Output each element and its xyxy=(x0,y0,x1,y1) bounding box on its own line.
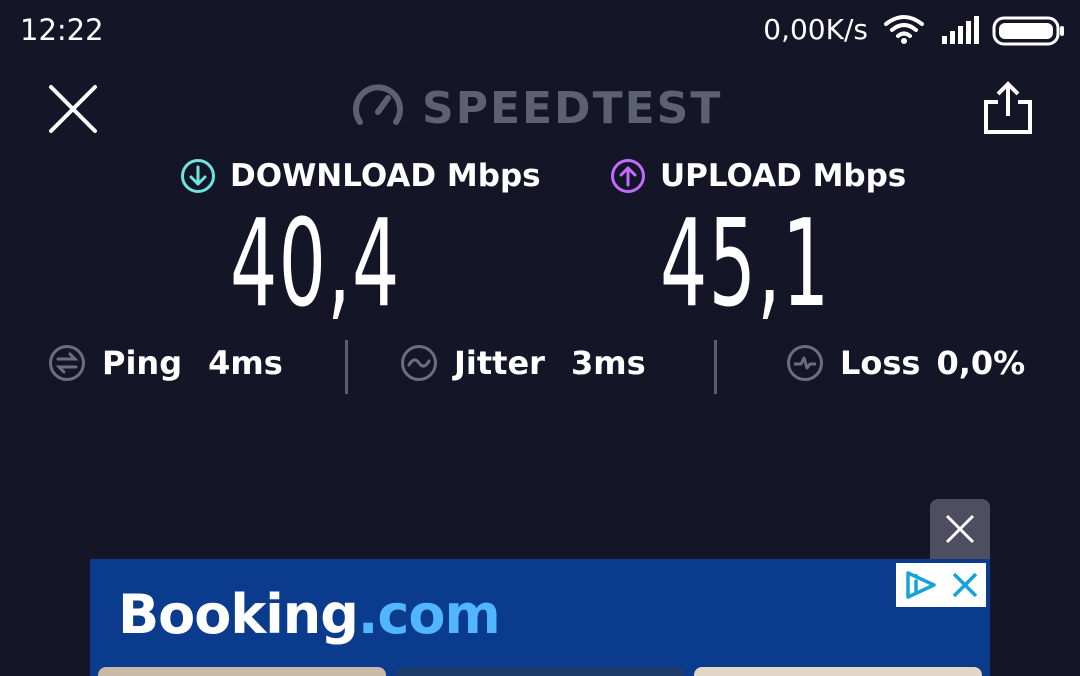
ping-stat: Ping 4ms xyxy=(48,336,283,390)
speedometer-icon xyxy=(353,84,403,125)
ping-label: Ping xyxy=(102,344,183,382)
brand-logo: SPEEDTEST xyxy=(352,80,722,136)
brand-title: SPEEDTEST xyxy=(422,82,723,134)
divider xyxy=(345,340,348,394)
loss-icon xyxy=(787,345,823,381)
loss-stat: Loss 0,0% xyxy=(786,336,1025,390)
upload-arrow-icon xyxy=(611,159,645,193)
close-icon[interactable] xyxy=(46,82,100,136)
ad-close-button[interactable] xyxy=(930,499,990,559)
jitter-stat: Jitter 3ms xyxy=(400,336,646,390)
battery-icon xyxy=(992,16,1064,46)
jitter-label: Jitter xyxy=(454,344,545,382)
ping-icon xyxy=(49,345,85,381)
upload-value: 45,1 xyxy=(660,195,831,334)
ad-image-thumbnail xyxy=(98,667,386,676)
download-label: DOWNLOAD Mbps xyxy=(230,158,541,194)
download-header: DOWNLOAD Mbps xyxy=(180,156,541,196)
status-time: 12:22 xyxy=(20,13,104,47)
ad-brand-suffix: .com xyxy=(357,583,501,646)
ad-banner[interactable]: Booking.com xyxy=(90,559,990,676)
adchoices-icon xyxy=(906,571,936,599)
ping-value: 4ms xyxy=(208,344,283,382)
ad-dismiss-icon xyxy=(952,572,978,598)
share-icon[interactable] xyxy=(980,80,1036,136)
divider xyxy=(714,340,717,394)
download-arrow-icon xyxy=(181,159,215,193)
signal-icon xyxy=(942,16,979,44)
adchoices-button[interactable] xyxy=(896,563,986,607)
ad-close-icon xyxy=(945,514,975,544)
loss-value: 0,0% xyxy=(936,344,1026,382)
upload-header: UPLOAD Mbps xyxy=(610,156,906,196)
ad-brand-logo: Booking.com xyxy=(118,583,501,646)
loss-label: Loss xyxy=(840,344,921,382)
jitter-icon xyxy=(401,345,437,381)
ad-image-thumbnail xyxy=(396,667,684,676)
upload-label: UPLOAD Mbps xyxy=(660,158,907,194)
wifi-icon xyxy=(884,15,924,44)
status-net-speed: 0,00K/s xyxy=(763,13,868,46)
download-value: 40,4 xyxy=(230,195,401,334)
ad-brand-main: Booking xyxy=(118,583,359,646)
jitter-value: 3ms xyxy=(570,344,646,382)
ad-image-thumbnail xyxy=(694,667,982,676)
